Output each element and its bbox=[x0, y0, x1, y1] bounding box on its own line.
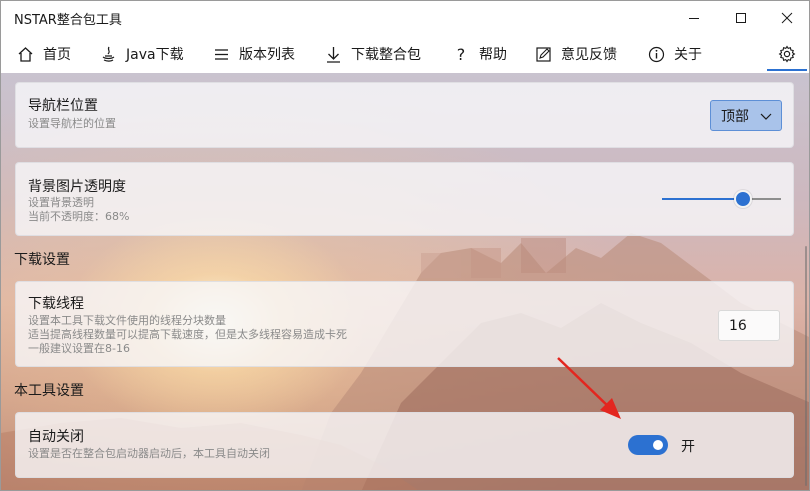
bg-opacity-desc: 设置背景透明 bbox=[28, 196, 94, 209]
nav-item-label: 关于 bbox=[674, 47, 702, 63]
nav-item-settings[interactable] bbox=[767, 35, 807, 73]
nav-item-java-download[interactable]: Java下载 bbox=[99, 35, 184, 73]
threads-value: 16 bbox=[729, 317, 747, 334]
nav-item-help[interactable]: ? 帮助 bbox=[452, 35, 507, 73]
auto-close-state: 开 bbox=[681, 439, 695, 455]
download-section-title: 下载设置 bbox=[14, 252, 70, 268]
bg-opacity-title: 背景图片透明度 bbox=[28, 179, 126, 195]
nav-item-download-pack[interactable]: 下载整合包 bbox=[324, 35, 421, 73]
nav-item-label: 意见反馈 bbox=[561, 47, 617, 63]
feedback-icon bbox=[534, 45, 552, 63]
auto-close-title: 自动关闭 bbox=[28, 429, 84, 445]
java-icon bbox=[99, 45, 117, 63]
auto-close-card: 自动关闭 设置是否在整合包启动器启动后，本工具自动关闭 开 bbox=[15, 412, 794, 478]
window-title: NSTAR整合包工具 bbox=[14, 13, 122, 28]
title-bar: NSTAR整合包工具 bbox=[1, 1, 809, 35]
nav-position-desc: 设置导航栏的位置 bbox=[28, 117, 116, 130]
auto-close-desc: 设置是否在整合包启动器启动后，本工具自动关闭 bbox=[28, 447, 270, 460]
nav-item-version-list[interactable]: 版本列表 bbox=[212, 35, 295, 73]
close-button[interactable] bbox=[764, 1, 809, 35]
toggle-knob bbox=[653, 440, 663, 450]
chevron-down-icon bbox=[760, 113, 772, 120]
nav-position-card: 导航栏位置 设置导航栏的位置 顶部 bbox=[15, 82, 794, 148]
bg-opacity-current: 当前不透明度：68% bbox=[28, 210, 130, 223]
navigation-bar: 首页 Java下载 版本列表 下载整合包 ? 帮助 意见反馈 关于 bbox=[1, 35, 809, 73]
threads-desc-2: 适当提高线程数量可以提高下载速度，但是太多线程容易造成卡死 bbox=[28, 328, 347, 341]
nav-item-label: 版本列表 bbox=[239, 47, 295, 63]
bg-opacity-card: 背景图片透明度 设置背景透明 当前不透明度：68% bbox=[15, 162, 794, 236]
nav-item-about[interactable]: 关于 bbox=[647, 35, 702, 73]
opacity-slider-fill bbox=[662, 198, 743, 200]
threads-input[interactable]: 16 bbox=[718, 310, 780, 341]
nav-item-feedback[interactable]: 意见反馈 bbox=[534, 35, 617, 73]
nav-item-home[interactable]: 首页 bbox=[16, 35, 71, 73]
close-icon bbox=[781, 12, 793, 24]
nav-position-value: 顶部 bbox=[721, 108, 749, 125]
nav-item-label: 下载整合包 bbox=[351, 47, 421, 63]
threads-desc-1: 设置本工具下载文件使用的线程分块数量 bbox=[28, 314, 226, 327]
threads-desc-3: 一般建议设置在8-16 bbox=[28, 342, 130, 355]
nav-item-label: 首页 bbox=[43, 47, 71, 63]
nav-item-label: 帮助 bbox=[479, 47, 507, 63]
threads-title: 下载线程 bbox=[28, 296, 84, 312]
app-window: NSTAR整合包工具 首页 Java下载 版本列表 下载整合包 ? 帮助 意见反… bbox=[0, 0, 810, 491]
nav-item-label: Java下载 bbox=[126, 47, 184, 63]
home-icon bbox=[16, 45, 34, 63]
gear-icon bbox=[778, 45, 796, 63]
scrollbar[interactable] bbox=[805, 246, 807, 486]
minimize-icon bbox=[689, 18, 699, 19]
active-tab-indicator bbox=[767, 69, 807, 71]
minimize-button[interactable] bbox=[671, 1, 717, 35]
download-threads-card: 下载线程 设置本工具下载文件使用的线程分块数量 适当提高线程数量可以提高下载速度… bbox=[15, 281, 794, 367]
download-icon bbox=[324, 45, 342, 63]
tool-section-title: 本工具设置 bbox=[14, 383, 84, 399]
maximize-icon bbox=[736, 13, 746, 23]
maximize-button[interactable] bbox=[718, 1, 764, 35]
nav-position-title: 导航栏位置 bbox=[28, 98, 98, 114]
list-icon bbox=[212, 45, 230, 63]
nav-position-dropdown[interactable]: 顶部 bbox=[710, 100, 782, 131]
auto-close-toggle[interactable] bbox=[628, 435, 668, 455]
info-icon bbox=[647, 45, 665, 63]
opacity-slider-thumb[interactable] bbox=[734, 190, 752, 208]
help-icon: ? bbox=[456, 44, 466, 64]
